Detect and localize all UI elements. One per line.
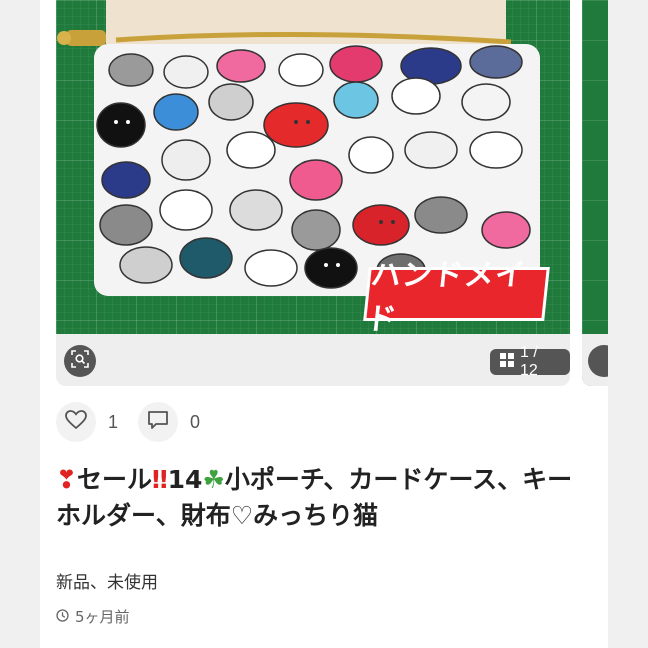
zipper-pull [66,30,106,46]
next-image-preview[interactable] [582,0,608,386]
double-exclamation-icon: ‼ [151,465,168,494]
posted-ago: 5ヶ月前 [75,608,130,626]
item-condition: 新品、未使用 [56,573,158,593]
action-bar: 1 0 [56,402,220,442]
handmade-stamp: ハンドメイド [364,258,547,337]
zoom-button[interactable] [64,345,96,377]
zipper-charm [57,31,71,45]
comment-button[interactable] [138,402,179,442]
product-title: ❣セール‼14☘小ポーチ、カードケース、キーホルダー、財布♡みっちり猫 [56,462,576,534]
posted-time: 5ヶ月前 [56,606,130,627]
heart-outline-icon [65,410,87,434]
comment-icon [147,410,169,434]
image-carousel[interactable]: ハンドメイド 1 / 12 [56,0,570,386]
comment-count: 0 [190,411,201,432]
like-count: 1 [108,411,119,432]
total-images: 12 [520,362,538,379]
zoom-scan-icon [71,350,89,372]
product-photo[interactable]: ハンドメイド [56,0,570,337]
clover-icon: ☘ [202,465,225,494]
title-part-2: 14 [167,465,203,494]
grid-icon [500,352,514,372]
heart-exclamation-icon: ❣ [56,465,77,494]
counter-separator: / [533,344,538,361]
clock-icon [56,608,69,626]
like-button[interactable] [56,402,96,442]
image-counter: 1 / 12 [490,344,570,379]
current-image: 1 [520,344,529,361]
title-part-1: セール [76,465,152,494]
